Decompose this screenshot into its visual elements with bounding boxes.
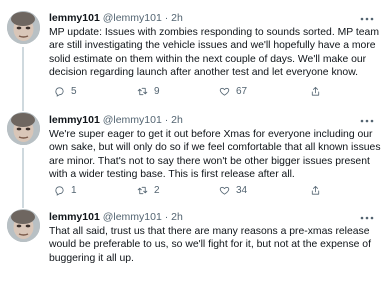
tweet-header: lemmy101 @lemmy101 · 2h: [49, 211, 183, 224]
retweet-icon: [137, 185, 148, 196]
share-icon: [310, 185, 321, 196]
thread-line: [22, 202, 24, 208]
more-icon[interactable]: [360, 116, 374, 126]
reply-icon: [54, 185, 65, 196]
retweet-count: 9: [154, 85, 160, 97]
more-icon[interactable]: [360, 14, 374, 24]
reply-icon: [54, 86, 65, 97]
reply-button[interactable]: 5: [54, 84, 77, 98]
timestamp[interactable]: 2h: [171, 114, 183, 126]
share-button[interactable]: [310, 84, 321, 98]
retweet-icon: [137, 86, 148, 97]
thread-line: [22, 104, 24, 111]
reply-button[interactable]: 1: [54, 183, 77, 197]
like-count: 67: [236, 85, 248, 97]
display-name[interactable]: lemmy101: [49, 12, 100, 24]
handle[interactable]: @lemmy101: [103, 12, 162, 24]
thread-line: [22, 47, 24, 104]
heart-icon: [219, 185, 230, 196]
display-name[interactable]: lemmy101: [49, 114, 100, 126]
timestamp[interactable]: 2h: [171, 12, 183, 24]
share-icon: [310, 86, 321, 97]
timestamp[interactable]: 2h: [171, 211, 183, 223]
tweet-text: That all said, trust us that there are m…: [49, 226, 371, 264]
tweet-actions: 1 2 34: [49, 183, 379, 197]
retweet-button[interactable]: 9: [137, 84, 160, 98]
separator-dot: ·: [164, 211, 169, 223]
tweet-header: lemmy101 @lemmy101 · 2h: [49, 114, 183, 127]
tweet[interactable]: lemmy101 @lemmy101 · 2h We're super eage…: [0, 104, 384, 202]
avatar[interactable]: [7, 209, 40, 242]
like-button[interactable]: 67: [219, 84, 247, 98]
retweet-count: 2: [154, 184, 160, 196]
thread-line: [22, 148, 24, 202]
share-button[interactable]: [310, 183, 321, 197]
tweet-header: lemmy101 @lemmy101 · 2h: [49, 12, 183, 25]
separator-dot: ·: [164, 12, 169, 24]
tweet-text: We're super eager to get it out before X…: [49, 129, 381, 181]
tweet-text: MP update: Issues with zombies respondin…: [49, 27, 379, 79]
reply-count: 5: [71, 85, 77, 97]
tweet[interactable]: lemmy101 @lemmy101 · 2h That all said, t…: [0, 202, 384, 291]
more-icon[interactable]: [360, 213, 374, 223]
tweet-actions: 5 9 67: [49, 84, 379, 98]
handle[interactable]: @lemmy101: [103, 211, 162, 223]
display-name[interactable]: lemmy101: [49, 211, 100, 223]
like-button[interactable]: 34: [219, 183, 247, 197]
reply-count: 1: [71, 184, 77, 196]
heart-icon: [219, 86, 230, 97]
avatar[interactable]: [7, 11, 40, 44]
retweet-button[interactable]: 2: [137, 183, 160, 197]
separator-dot: ·: [164, 114, 169, 126]
like-count: 34: [236, 184, 248, 196]
avatar[interactable]: [7, 112, 40, 145]
tweet[interactable]: lemmy101 @lemmy101 · 2h MP update: Issue…: [0, 0, 384, 104]
handle[interactable]: @lemmy101: [103, 114, 162, 126]
